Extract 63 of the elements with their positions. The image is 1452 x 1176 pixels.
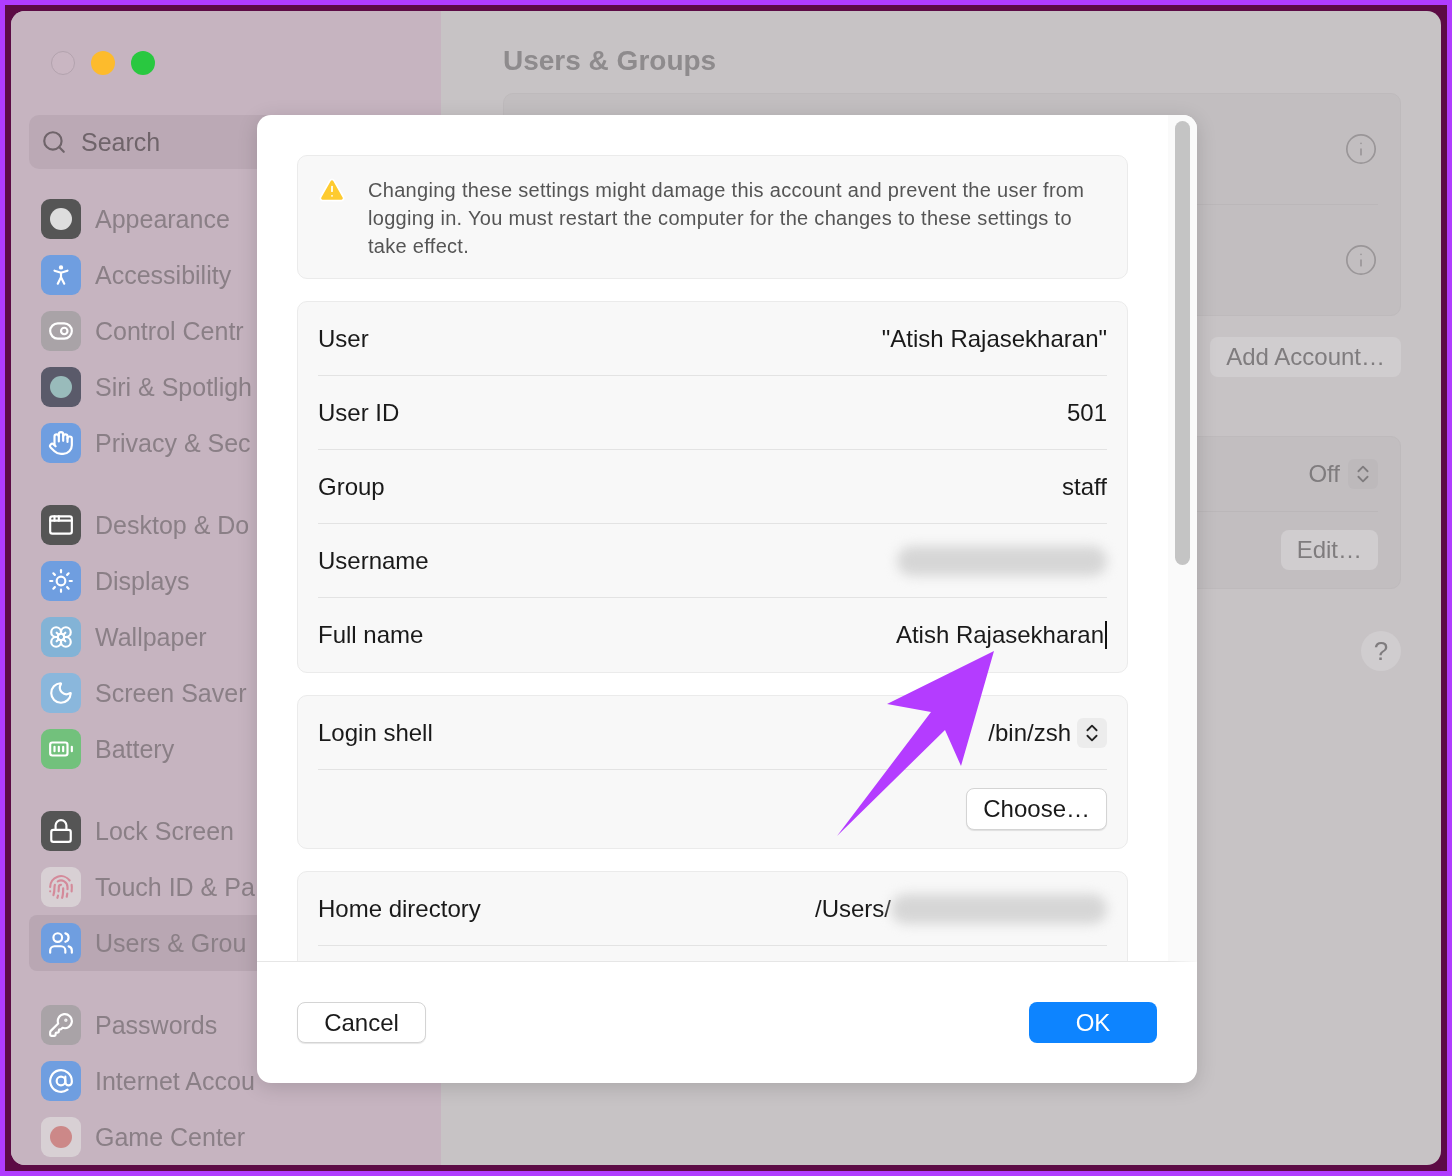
row-label: Login shell [318,718,433,747]
cancel-button[interactable]: Cancel [297,1002,426,1043]
lock-icon [41,811,81,851]
info-icon[interactable] [1344,243,1378,277]
accessibility-icon [41,255,81,295]
row-label: Username [318,546,429,575]
row-label: User [318,324,369,353]
sidebar-item[interactable]: Game Center [29,1109,469,1165]
orb-icon [41,367,81,407]
key-icon [41,1005,81,1045]
moon-icon [41,673,81,713]
flower-icon [41,617,81,657]
ok-button[interactable]: OK [1029,1002,1157,1043]
sidebar-label: Control Centr [95,316,244,346]
sidebar-item[interactable]: Screen Saver [29,665,469,721]
minimize-button[interactable] [91,51,115,75]
add-account-button[interactable]: Add Account… [1210,337,1401,377]
row-value: "Atish Rajasekharan" [881,324,1107,353]
warning-icon [318,176,346,204]
sidebar-label: Touch ID & Pa [95,872,255,902]
zoom-button[interactable] [131,51,155,75]
help-button[interactable]: ? [1361,631,1401,671]
sidebar-label: Appearance [95,204,230,234]
window-icon [41,505,81,545]
people-icon [41,923,81,963]
at-sign-icon [41,1061,81,1101]
sidebar-label: Displays [95,566,190,596]
row-label: User ID [318,398,400,427]
sidebar-label: Privacy & Sec [95,428,251,458]
stepper-icon[interactable] [1077,717,1107,748]
row-value: /Users/ [815,894,891,923]
row-label: Full name [318,621,424,649]
popup-value[interactable]: Off [1308,460,1340,488]
info-icon[interactable] [1344,132,1378,166]
warning-text: Changing these settings might damage this account and prevent the user from logging in. You must restart the computer for the changes to these settings to take effect. [368,178,1086,259]
shell-popup-value[interactable]: /bin/zsh [988,718,1071,747]
sidebar-label: Accessibility [95,260,232,290]
hand-icon [41,423,81,463]
pane-title: Users & Groups [503,45,718,78]
sidebar-label: Desktop & Do [95,510,250,540]
fingerprint-icon [41,867,81,907]
choose-button[interactable]: Choose… [966,788,1107,830]
sidebar-label: Wallpaper [95,622,207,652]
row-value: 501 [1066,398,1107,427]
scrollbar[interactable] [1175,121,1190,565]
battery-icon [41,729,81,769]
sidebar-item[interactable]: Lock Screen [29,803,469,859]
sidebar-label: Game Center [95,1122,246,1152]
sidebar-label: Lock Screen [95,816,234,846]
sidebar-label: Internet Accou [95,1066,255,1096]
sidebar-label: Screen Saver [95,678,247,708]
row-value: staff [1062,472,1107,501]
toggle-icon [41,311,81,351]
sun-icon [41,561,81,601]
appearance-icon [41,199,81,239]
sidebar-label: Passwords [95,1010,218,1040]
row-label: Group [318,472,385,501]
sidebar-label: Siri & Spotligh [95,372,253,402]
sidebar-label: Battery [95,734,175,764]
search-icon [41,129,67,155]
edit-button[interactable]: Edit… [1280,530,1378,570]
sidebar-item[interactable]: Internet Accou [29,1053,469,1109]
full-name-field[interactable]: Atish Rajasekharan [895,621,1107,649]
